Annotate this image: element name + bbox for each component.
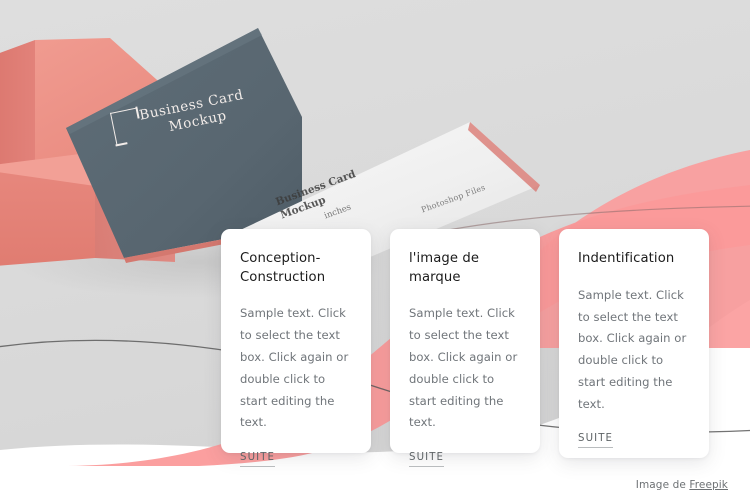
attribution-prefix: Image de	[635, 479, 690, 491]
freepik-link[interactable]: Freepik	[689, 479, 728, 491]
feature-card-list: Conception-Construction Sample text. Cli…	[221, 229, 710, 468]
feature-card-body: Sample text. Click to select the text bo…	[240, 306, 349, 430]
feature-card-title: l'image de marque	[409, 251, 480, 285]
feature-card-conception-construction[interactable]: Conception-Construction Sample text. Cli…	[221, 229, 371, 468]
feature-card-l-image-de-marque[interactable]: l'image de marque Sample text. Click to …	[390, 229, 540, 468]
feature-card-body: Sample text. Click to select the text bo…	[578, 287, 687, 411]
feature-card-suite-link[interactable]: SUITE	[578, 433, 614, 449]
feature-card-title: Conception-Construction	[240, 251, 326, 285]
feature-card-body: Sample text. Click to select the text bo…	[409, 306, 518, 430]
feature-card-title: Indentification	[578, 251, 675, 266]
image-attribution: Image de Freepik	[636, 479, 728, 491]
feature-card-suite-link[interactable]: SUITE	[409, 452, 445, 468]
feature-card-suite-link[interactable]: SUITE	[240, 452, 276, 468]
feature-card-indentification[interactable]: Indentification Sample text. Click to se…	[559, 229, 709, 458]
